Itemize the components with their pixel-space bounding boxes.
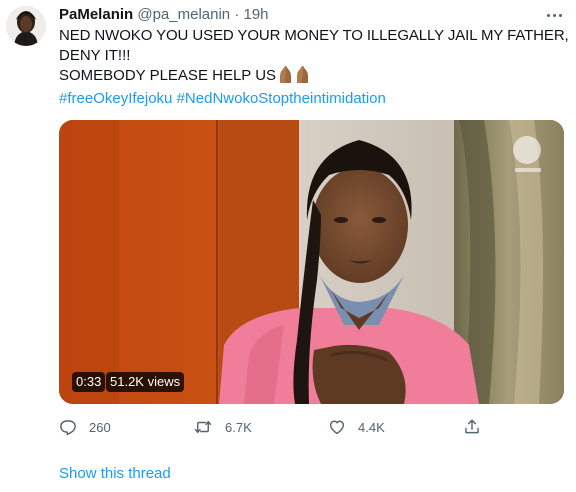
video-thumbnail [59, 120, 564, 404]
share-upload-icon [463, 418, 481, 436]
heart-outline-icon [328, 418, 346, 436]
speech-bubble-icon [59, 418, 77, 436]
author-name[interactable]: PaMelanin [59, 6, 133, 23]
separator-dot: · [234, 6, 240, 23]
hashtag-link[interactable]: #NedNwokoStoptheintimidation [177, 90, 386, 107]
hashtag-link[interactable]: #freeOkeyIfejoku [59, 90, 172, 107]
video-views-badge: 51.2K views [106, 372, 185, 392]
tweet-text-line: NED NWOKO YOU USED YOUR MONEY TO ILLEGAL… [59, 27, 569, 44]
tweet-text-line: SOMEBODY PLEASE HELP US [59, 67, 277, 84]
avatar[interactable] [6, 6, 46, 46]
share-button[interactable] [463, 414, 481, 440]
tweet-header: PaMelanin @pa_melanin · 19h [59, 5, 269, 25]
tweet-text: NED NWOKO YOU USED YOUR MONEY TO ILLEGAL… [59, 26, 569, 109]
tweet-actions: 260 6.7K 4.4K [0, 414, 576, 440]
retweet-arrows-icon [193, 418, 213, 436]
more-options-button[interactable] [540, 2, 568, 24]
tweet-timestamp[interactable]: 19h [244, 6, 269, 23]
like-button[interactable]: 4.4K [328, 414, 385, 440]
praying-hands-emoji [277, 66, 311, 89]
author-handle[interactable]: @pa_melanin [137, 6, 230, 23]
video-player[interactable]: 0:33 51.2K views [59, 120, 564, 404]
like-count: 4.4K [358, 419, 385, 435]
reply-count: 260 [89, 419, 111, 435]
show-thread-link[interactable]: Show this thread [59, 464, 171, 484]
reply-button[interactable]: 260 [59, 414, 111, 440]
three-dots-icon [545, 4, 563, 22]
retweet-button[interactable]: 6.7K [193, 414, 252, 440]
retweet-count: 6.7K [225, 419, 252, 435]
tweet-text-line: DENY IT!!! [59, 47, 131, 64]
video-duration-badge: 0:33 [72, 372, 106, 392]
tweet-card[interactable]: PaMelanin @pa_melanin · 19h NED NWOKO YO… [0, 0, 576, 492]
